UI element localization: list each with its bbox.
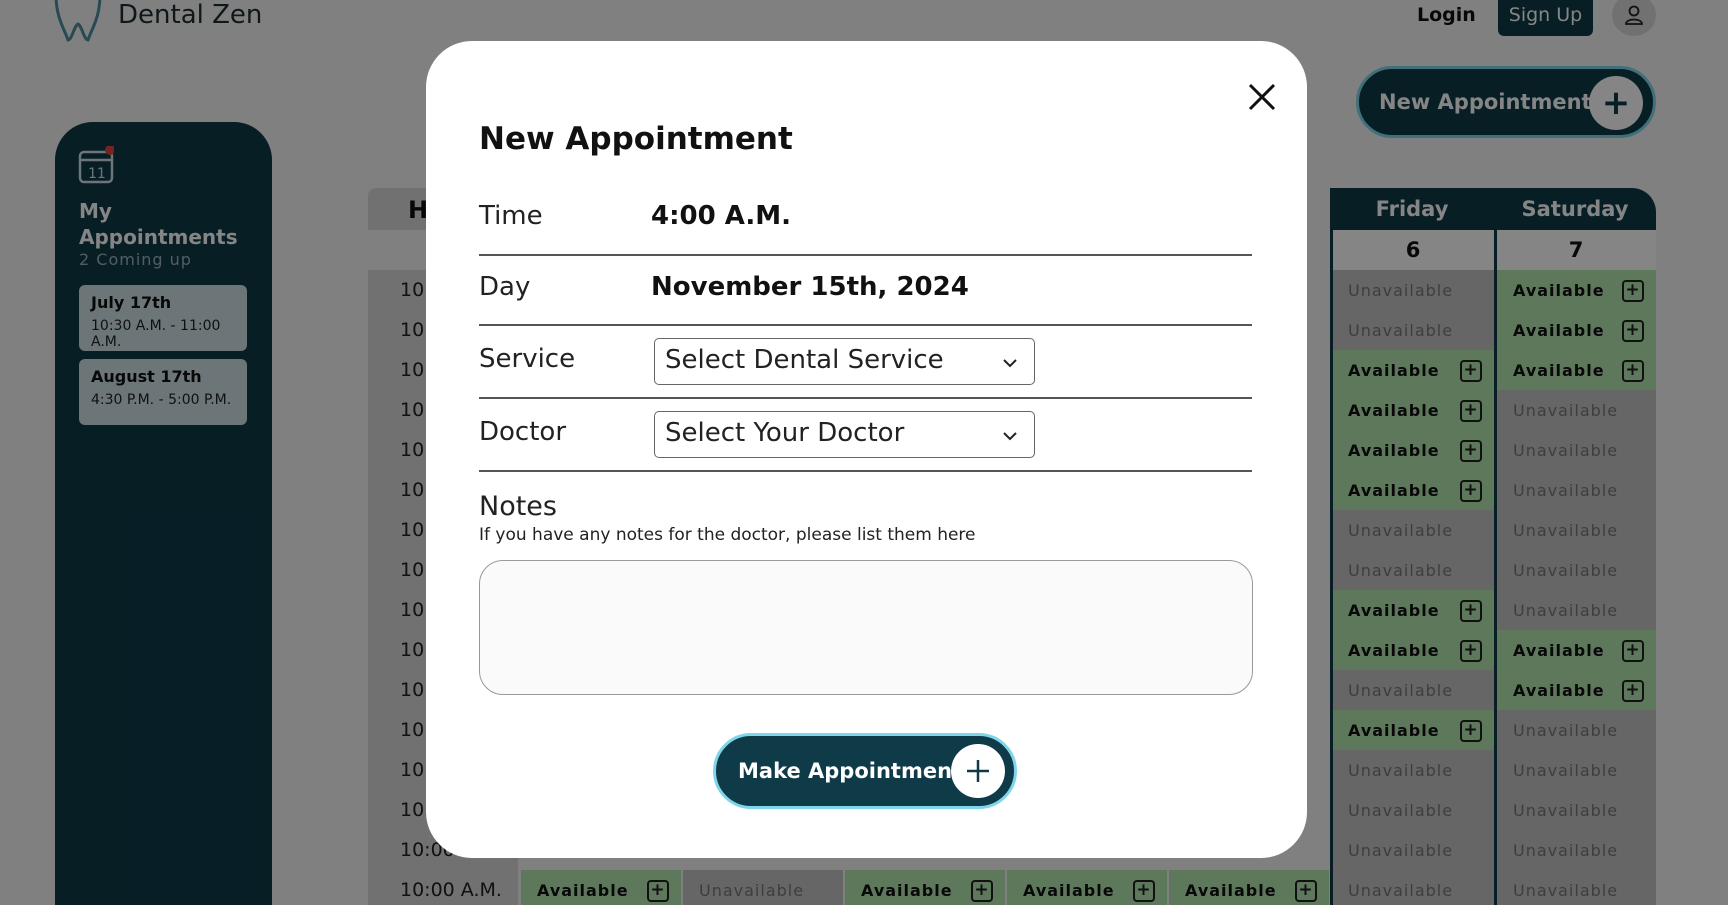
day-value: November 15th, 2024 [651, 272, 969, 302]
new-appointment-modal: New Appointment Time 4:00 A.M. Day Novem… [426, 41, 1307, 858]
service-select[interactable]: Select Dental Service [654, 338, 1035, 385]
doctor-select-value: Select Your Doctor [665, 418, 905, 448]
plus-icon [951, 744, 1005, 798]
notes-textarea[interactable] [479, 560, 1253, 695]
chevron-down-icon [1003, 432, 1017, 441]
chevron-down-icon [1003, 359, 1017, 368]
close-icon[interactable] [1242, 77, 1282, 117]
modal-title: New Appointment [479, 121, 793, 157]
notes-label: Notes [479, 491, 557, 522]
day-label: Day [479, 272, 531, 302]
time-value: 4:00 A.M. [651, 201, 791, 231]
make-appointment-label: Make Appointment [738, 759, 963, 783]
time-label: Time [479, 201, 543, 231]
notes-hint: If you have any notes for the doctor, pl… [479, 525, 976, 545]
doctor-label: Doctor [479, 417, 567, 447]
doctor-row: Doctor Select Your Doctor [479, 399, 1252, 472]
service-label: Service [479, 344, 576, 374]
time-row: Time 4:00 A.M. [479, 201, 1252, 256]
service-row: Service Select Dental Service [479, 326, 1252, 399]
service-select-value: Select Dental Service [665, 345, 944, 375]
make-appointment-button[interactable]: Make Appointment [713, 733, 1017, 809]
day-row: Day November 15th, 2024 [479, 256, 1252, 326]
doctor-select[interactable]: Select Your Doctor [654, 411, 1035, 458]
